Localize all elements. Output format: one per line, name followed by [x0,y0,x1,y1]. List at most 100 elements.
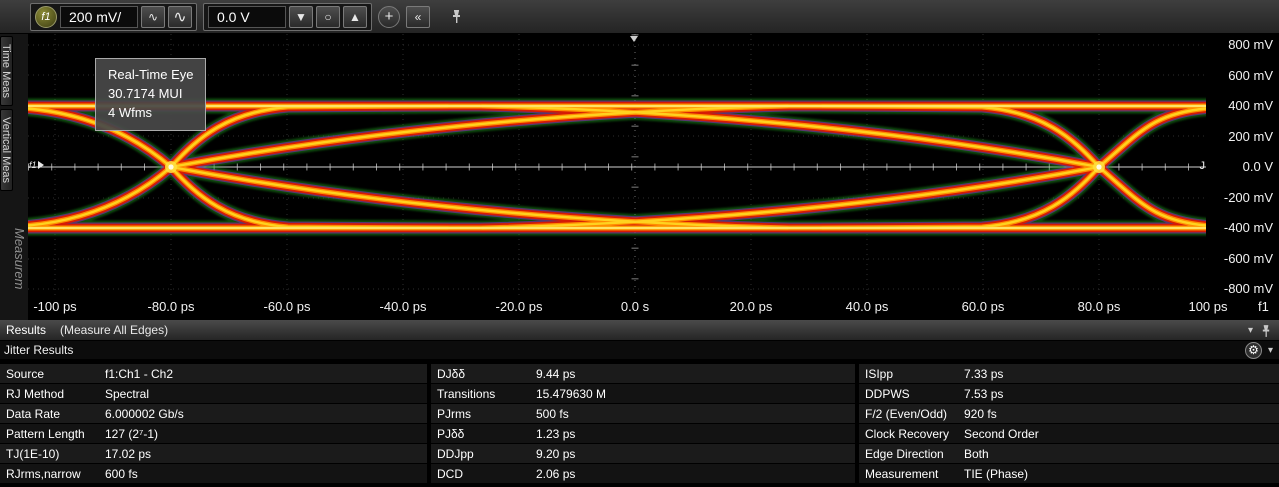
row-value: Second Order [964,427,1279,441]
row-value: 15.479630 M [536,387,855,401]
row-value: 127 (2⁷-1) [105,427,427,441]
table-row: TJ(1E-10)17.02 ps [0,444,427,464]
y-tick: -200 mV [1224,190,1273,205]
row-label: Source [0,367,105,381]
table-row: Edge DirectionBoth [859,444,1279,464]
gear-icon: ⚙ [1248,343,1259,357]
row-value: 9.20 ps [536,447,855,461]
table-row: ISIpp7.33 ps [859,364,1279,384]
y-tick: 600 mV [1228,68,1273,83]
results-column-3: ISIpp7.33 ps DDPWS7.53 ps F/2 (Even/Odd)… [859,364,1279,484]
jitter-results-bar: Jitter Results ⚙ ▾ [0,341,1279,359]
x-tick: 40.0 ps [846,299,889,314]
table-row: Data Rate6.000002 Gb/s [0,404,427,424]
table-row: MeasurementTIE (Phase) [859,464,1279,484]
row-value: 2.06 ps [536,467,855,481]
x-tick: 60.0 ps [962,299,1005,314]
row-label: Data Rate [0,407,105,421]
table-row: RJrms,narrow600 fs [0,464,427,484]
offset-down-button[interactable]: ▼ [289,6,313,28]
row-value: Both [964,447,1279,461]
table-row: F/2 (Even/Odd)920 fs [859,404,1279,424]
row-label: Transitions [431,387,536,401]
x-tick: 20.0 ps [730,299,773,314]
table-row: Pattern Length127 (2⁷-1) [0,424,427,444]
y-tick: -600 mV [1224,251,1273,266]
row-label: Pattern Length [0,427,105,441]
row-label: TJ(1E-10) [0,447,105,461]
scale-fine-button[interactable]: ∿ [141,6,165,28]
trigger-time-marker[interactable] [630,36,638,42]
wave-small-icon: ∿ [148,10,158,24]
results-column-2: DJδδ9.44 ps Transitions15.479630 M PJrms… [431,364,855,484]
oscilloscope-app: f1 200 mV/ ∿ ∿ 0.0 V ▼ ○ ▲ + « Time Meas… [0,0,1279,487]
results-collapse-button[interactable]: ▾ [1248,325,1253,336]
f1-ground-marker[interactable]: f1 [29,160,44,170]
row-value: 1.23 ps [536,427,855,441]
y-tick: 200 mV [1228,129,1273,144]
row-label: F/2 (Even/Odd) [859,407,964,421]
row-value: 6.000002 Gb/s [105,407,427,421]
row-label: PJδδ [431,427,536,441]
vertical-scale-value[interactable]: 200 mV/ [60,6,138,28]
up-arrow-icon: ▲ [349,10,361,24]
row-label: RJ Method [0,387,105,401]
channel-f1-badge[interactable]: f1 [35,6,57,28]
x-tick: -20.0 ps [496,299,543,314]
y-tick: 800 mV [1228,37,1273,52]
marker-arrow-icon [38,161,44,169]
tab-time-meas[interactable]: Time Meas [0,36,13,106]
y-tick: -800 mV [1224,281,1273,296]
collapse-toolbar-button[interactable]: « [406,6,430,28]
row-value: 17.02 ps [105,447,427,461]
toolbar-pin-button[interactable] [444,6,468,28]
table-row: DDJpp9.20 ps [431,444,855,464]
y-axis: 800 mV 600 mV 400 mV 200 mV 0.0 V -200 m… [1206,34,1279,296]
row-label: Edge Direction [859,447,964,461]
offset-up-button[interactable]: ▲ [343,6,367,28]
table-row: PJδδ1.23 ps [431,424,855,444]
row-label: ISIpp [859,367,964,381]
eye-info-overlay: Real-Time Eye 30.7174 MUI 4 Wfms [95,58,206,131]
jitter-collapse-button[interactable]: ▾ [1268,345,1273,356]
row-label: Clock Recovery [859,427,964,441]
vertical-offset-value[interactable]: 0.0 V [208,6,286,28]
results-pin-button[interactable] [1261,325,1271,337]
row-label: RJrms,narrow [0,467,105,481]
table-row: DCD2.06 ps [431,464,855,484]
offset-group: 0.0 V ▼ ○ ▲ [203,3,372,31]
overlay-mui: 30.7174 MUI [108,85,193,104]
plus-icon: + [385,8,394,25]
channel-toolbar: f1 200 mV/ ∿ ∿ 0.0 V ▼ ○ ▲ + « [0,0,1279,34]
x-tick: -80.0 ps [148,299,195,314]
row-value: Spectral [105,387,427,401]
trigger-level-marker[interactable]: J [1200,160,1206,172]
row-label: DCD [431,467,536,481]
panel-title-strip: Measurem [14,34,28,320]
table-row: Sourcef1:Ch1 - Ch2 [0,364,427,384]
y-tick: 400 mV [1228,98,1273,113]
jitter-settings-button[interactable]: ⚙ [1245,342,1262,359]
results-header[interactable]: Results (Measure All Edges) ▾ [0,320,1279,341]
tab-measurements[interactable]: Measurem [14,228,27,289]
eye-diagram-plot[interactable]: Real-Time Eye 30.7174 MUI 4 Wfms f1 J [28,34,1206,296]
jitter-results-table: Sourcef1:Ch1 - Ch2 RJ MethodSpectral Dat… [0,364,1279,484]
results-panel: Results (Measure All Edges) ▾ Jitter Res… [0,320,1279,487]
table-row: DJδδ9.44 ps [431,364,855,384]
scale-coarse-button[interactable]: ∿ [168,6,192,28]
results-subtitle: (Measure All Edges) [60,323,168,337]
tab-vertical-meas[interactable]: Vertical Meas [0,109,13,191]
jitter-results-title: Jitter Results [4,343,73,357]
row-label: Measurement [859,467,964,481]
wave-large-icon: ∿ [173,7,186,27]
x-tick: 0.0 s [621,299,649,314]
results-column-1: Sourcef1:Ch1 - Ch2 RJ MethodSpectral Dat… [0,364,427,484]
add-button[interactable]: + [378,6,400,28]
double-chevron-left-icon: « [415,10,422,24]
row-value: 9.44 ps [536,367,855,381]
overlay-wfms: 4 Wfms [108,104,193,123]
table-row: Transitions15.479630 M [431,384,855,404]
table-row: PJrms500 fs [431,404,855,424]
row-value: 7.33 ps [964,367,1279,381]
offset-zero-button[interactable]: ○ [316,6,340,28]
